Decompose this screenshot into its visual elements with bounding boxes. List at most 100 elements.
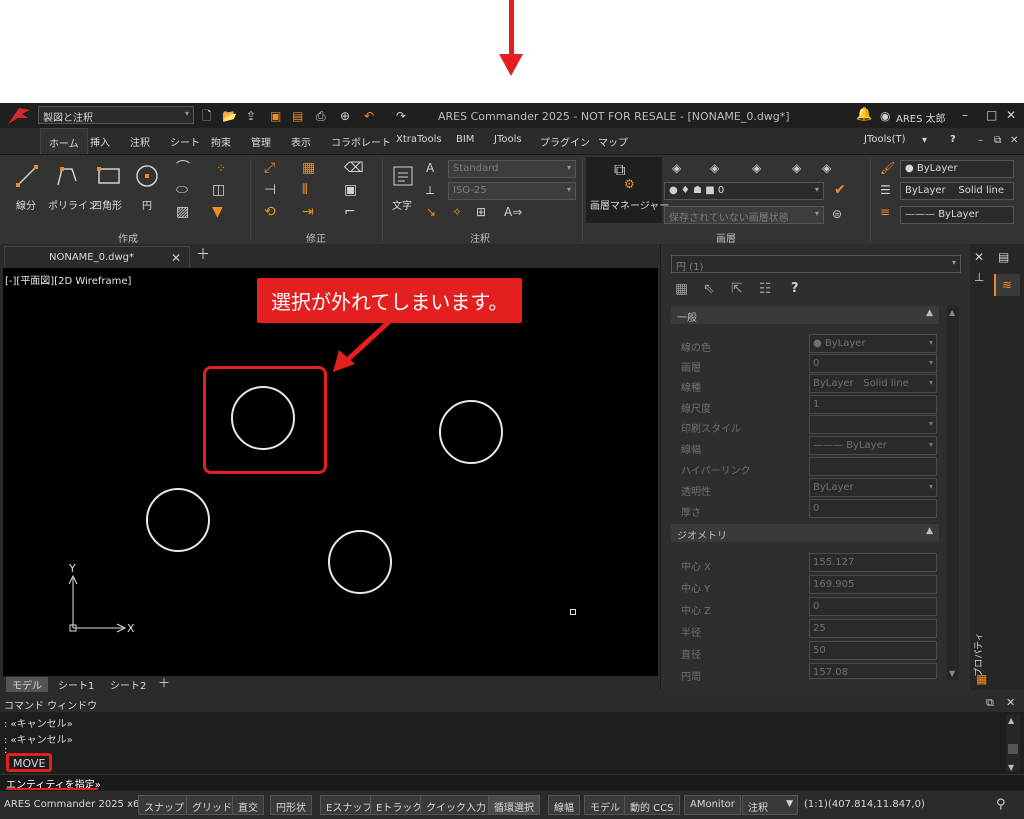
notification-bell-icon[interactable]: 🔔 bbox=[856, 108, 872, 122]
sheet-tab-model[interactable]: モデル bbox=[6, 677, 48, 692]
dim-style-select[interactable]: ISO-25 ▾ bbox=[448, 182, 576, 200]
tab-map[interactable]: マップ bbox=[598, 134, 628, 149]
layer-dock-icon[interactable]: ▤ bbox=[998, 250, 1009, 264]
layer-tool-5-icon[interactable]: ◈ bbox=[822, 161, 831, 175]
help-button[interactable]: ? bbox=[950, 134, 956, 145]
toggle-pickadd-icon[interactable]: ▦ bbox=[675, 282, 688, 296]
copy-tool-icon[interactable]: ▣ bbox=[344, 183, 357, 197]
location-pin-icon[interactable]: ⚲ bbox=[996, 798, 1006, 812]
select-objects-icon[interactable]: ⇖ bbox=[703, 282, 715, 296]
minimize-icon[interactable]: – bbox=[962, 108, 968, 122]
circle-entity[interactable] bbox=[328, 530, 392, 594]
properties-scrollbar[interactable]: ▲ ▼ bbox=[947, 306, 959, 680]
line-tool-icon[interactable] bbox=[14, 163, 40, 189]
lineweight-select[interactable]: ——— ByLayer bbox=[900, 206, 1014, 224]
color-select[interactable]: ● ByLayer bbox=[900, 160, 1014, 178]
circle-tool-icon[interactable] bbox=[134, 163, 160, 189]
make-current-check-icon[interactable]: ✔ bbox=[834, 183, 846, 197]
prop-plot-style-field[interactable]: ▾ bbox=[809, 415, 937, 434]
stretch-tool-icon[interactable]: ⇥ bbox=[302, 205, 314, 219]
quick-select-icon[interactable]: ⇱ bbox=[731, 282, 743, 296]
web-icon[interactable]: ⊕ bbox=[340, 109, 350, 123]
layer-manager-button[interactable]: 画層マネージャー bbox=[590, 197, 669, 212]
tab-manage[interactable]: 管理 bbox=[251, 134, 271, 149]
rotate-tool-icon[interactable]: ⟲ bbox=[264, 205, 276, 219]
prop-layer-field[interactable]: 0 ▾ bbox=[809, 354, 937, 373]
properties-dock-tab[interactable]: ≋ bbox=[994, 274, 1020, 296]
polyline-tool-icon[interactable] bbox=[54, 163, 80, 189]
layer-manager-icon[interactable]: ⧉ bbox=[614, 162, 625, 178]
layer-state-select[interactable]: 保存されていない画層状態 ▾ bbox=[664, 206, 824, 224]
prop-lineweight-field[interactable]: ——— ByLayer ▾ bbox=[809, 436, 937, 455]
selection-filter-select[interactable]: 円 (1) ▾ bbox=[671, 255, 961, 273]
annotation-scale-select[interactable]: 注釈 ▼ bbox=[742, 795, 798, 815]
tab-annotate[interactable]: 注釈 bbox=[130, 134, 150, 149]
new-file-icon[interactable]: 🗋 bbox=[202, 109, 212, 123]
panel-pin-icon[interactable]: ⊥ bbox=[974, 270, 984, 284]
move-tool-icon[interactable]: ⤢ bbox=[264, 161, 275, 175]
prop-thickness-field[interactable]: 0 bbox=[809, 499, 937, 518]
tab-view[interactable]: 表示 bbox=[291, 134, 311, 149]
rectangle-tool-icon[interactable] bbox=[96, 165, 122, 187]
text-tool-icon[interactable] bbox=[392, 165, 414, 187]
toggle-ortho[interactable]: 直交 bbox=[232, 795, 264, 815]
workspace-select[interactable]: 製図と注釈 ▾ bbox=[38, 106, 194, 124]
properties-dock-icon[interactable]: ▦ bbox=[976, 672, 987, 686]
command-input[interactable]: エンティティを指定» bbox=[0, 774, 1024, 791]
status-scale[interactable]: (1:1) bbox=[804, 799, 828, 810]
arc-tool-icon[interactable]: ⌒ bbox=[176, 161, 190, 175]
prop-linetype-field[interactable]: ByLayer Solid line ▾ bbox=[809, 374, 937, 393]
layer-tool-3-icon[interactable]: ◈ bbox=[752, 161, 761, 175]
tab-close-icon[interactable]: ✕ bbox=[171, 251, 181, 265]
layer-tool-1-icon[interactable]: ◈ bbox=[672, 161, 681, 175]
doc-restore-icon[interactable]: ⧉ bbox=[994, 134, 1001, 148]
cloud-icon[interactable]: ⇪ bbox=[246, 109, 256, 123]
table-tool-icon[interactable]: ⊞ bbox=[476, 205, 486, 219]
add-sheet-plus-icon[interactable]: ＋ bbox=[158, 676, 170, 690]
array-tool-icon[interactable]: ▦ bbox=[302, 161, 315, 175]
prop-center-y-field[interactable]: 169.905 bbox=[809, 575, 937, 594]
hatch-tool-icon[interactable]: ▨ bbox=[176, 205, 189, 219]
maximize-icon[interactable]: □ bbox=[986, 108, 997, 122]
command-float-icon[interactable]: ⧉ bbox=[986, 696, 994, 710]
text-button[interactable]: 文字 bbox=[392, 197, 412, 212]
gradient-tool-icon[interactable]: ▼ bbox=[212, 205, 223, 219]
tab-bim[interactable]: BIM bbox=[456, 134, 474, 145]
sheet-tab-1[interactable]: シート1 bbox=[58, 677, 94, 692]
prop-radius-field[interactable]: 25 bbox=[809, 619, 937, 638]
fillet-tool-icon[interactable]: ⌐ bbox=[344, 205, 356, 219]
tab-sheet[interactable]: シート bbox=[170, 134, 200, 149]
tab-plugins[interactable]: プラグイン bbox=[540, 134, 590, 149]
doc-close-icon[interactable]: ✕ bbox=[1010, 134, 1018, 148]
toggle-quick-input[interactable]: クイック入力 bbox=[420, 795, 492, 815]
leader-tool-icon[interactable]: ↘ bbox=[426, 205, 436, 219]
prop-diameter-field[interactable]: 50 bbox=[809, 641, 937, 660]
open-file-icon[interactable]: 📂 bbox=[222, 109, 237, 123]
sheet-tab-2[interactable]: シート2 bbox=[110, 677, 146, 692]
doc-minimize-icon[interactable]: – bbox=[978, 134, 983, 148]
region-tool-icon[interactable]: ◫ bbox=[212, 183, 225, 197]
user-icon[interactable]: ◉ bbox=[880, 109, 890, 123]
prop-linetype-scale-field[interactable]: 1 bbox=[809, 395, 937, 414]
tab-insert[interactable]: 挿入 bbox=[90, 134, 110, 149]
ellipse-tool-icon[interactable]: ⬭ bbox=[176, 183, 188, 197]
polyline-button[interactable]: ポリライン bbox=[48, 197, 98, 212]
toggle-cycle-select[interactable]: 循環選択 bbox=[488, 795, 540, 815]
section-geometry-header[interactable]: ジオメトリ ▲ bbox=[671, 524, 939, 542]
save-icon[interactable]: ▤ bbox=[292, 109, 303, 123]
viewport-label[interactable]: [-][平面図][2D Wireframe] bbox=[5, 272, 131, 287]
print-icon[interactable]: ⎙ bbox=[316, 109, 326, 123]
tab-home[interactable]: ホーム bbox=[40, 128, 88, 154]
layer-tool-4-icon[interactable]: ◈ bbox=[792, 161, 801, 175]
save-as-icon[interactable]: ▣ bbox=[270, 109, 281, 123]
redo-icon[interactable]: ↷ bbox=[396, 109, 406, 123]
circle-entity[interactable] bbox=[439, 400, 503, 464]
point-tool-icon[interactable]: ⁘ bbox=[216, 161, 226, 175]
properties-help-button[interactable]: ? bbox=[791, 282, 799, 296]
toggle-polar[interactable]: 円形状 bbox=[270, 795, 312, 815]
line-button[interactable]: 線分 bbox=[16, 197, 36, 212]
match-properties-icon[interactable]: 🖌 bbox=[880, 161, 895, 175]
new-tab-plus-icon[interactable]: ＋ bbox=[196, 248, 210, 262]
close-icon[interactable]: ✕ bbox=[1006, 108, 1016, 122]
prop-transparency-field[interactable]: ByLayer ▾ bbox=[809, 478, 937, 497]
